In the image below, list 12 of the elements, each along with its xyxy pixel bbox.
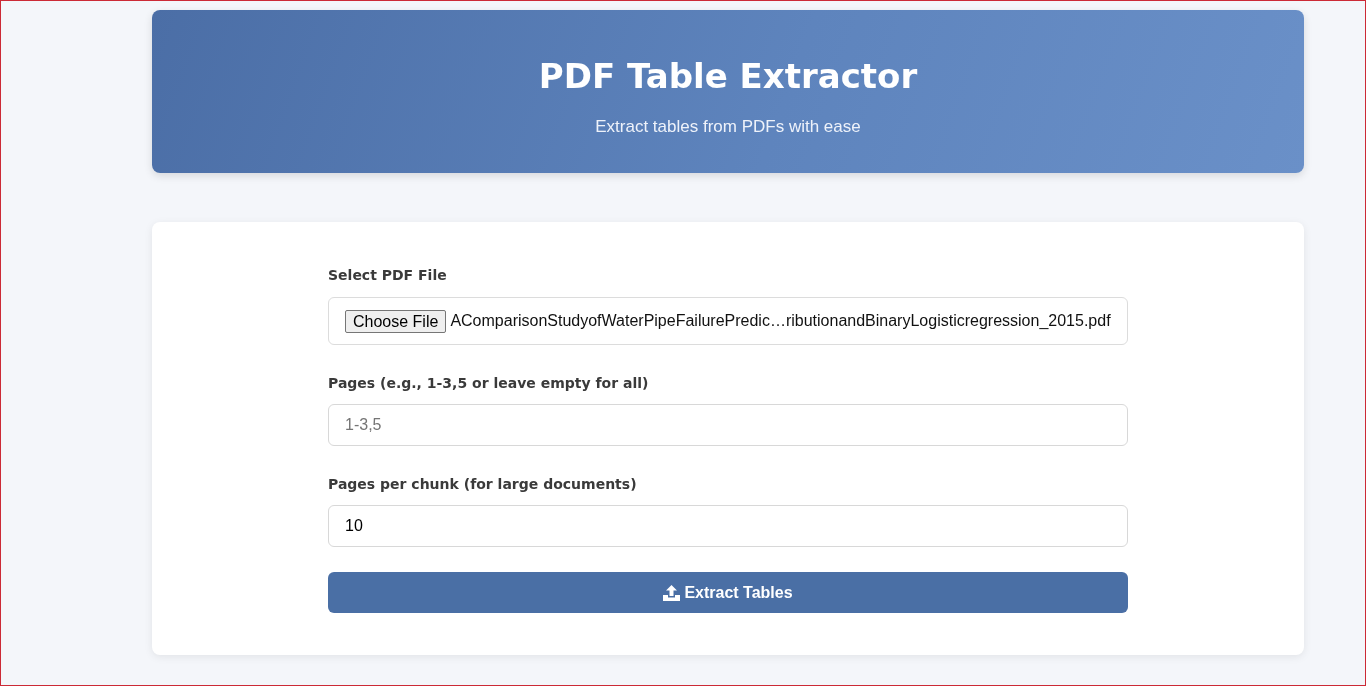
text-input[interactable]: 10 [328,505,1128,547]
field-label: Pages (e.g., 1-3,5 or leave empty for all) [328,374,649,393]
file-name-text: AComparisonStudyofWaterPipeFailurePredic…ributionandBinaryLogisticregression_2015.pdf [450,312,1111,330]
field-label: Select PDF File [328,266,447,285]
app-subtitle: Extract tables from PDFs with ease [595,116,861,138]
field-label: Pages per chunk (for large documents) [328,475,637,494]
text-input[interactable]: 1-3,5 [328,404,1128,446]
file-input-field[interactable]: Choose File AComparisonStudyofWaterPipeFailurePredic…ributionandBinaryLogisticregression_2015.pdf [328,297,1128,345]
extract-tables-button[interactable]: Extract Tables [328,572,1128,613]
app-title: PDF Table Extractor [538,55,918,98]
upload-icon [663,584,681,601]
choose-file-button[interactable]: Choose File [345,309,447,333]
